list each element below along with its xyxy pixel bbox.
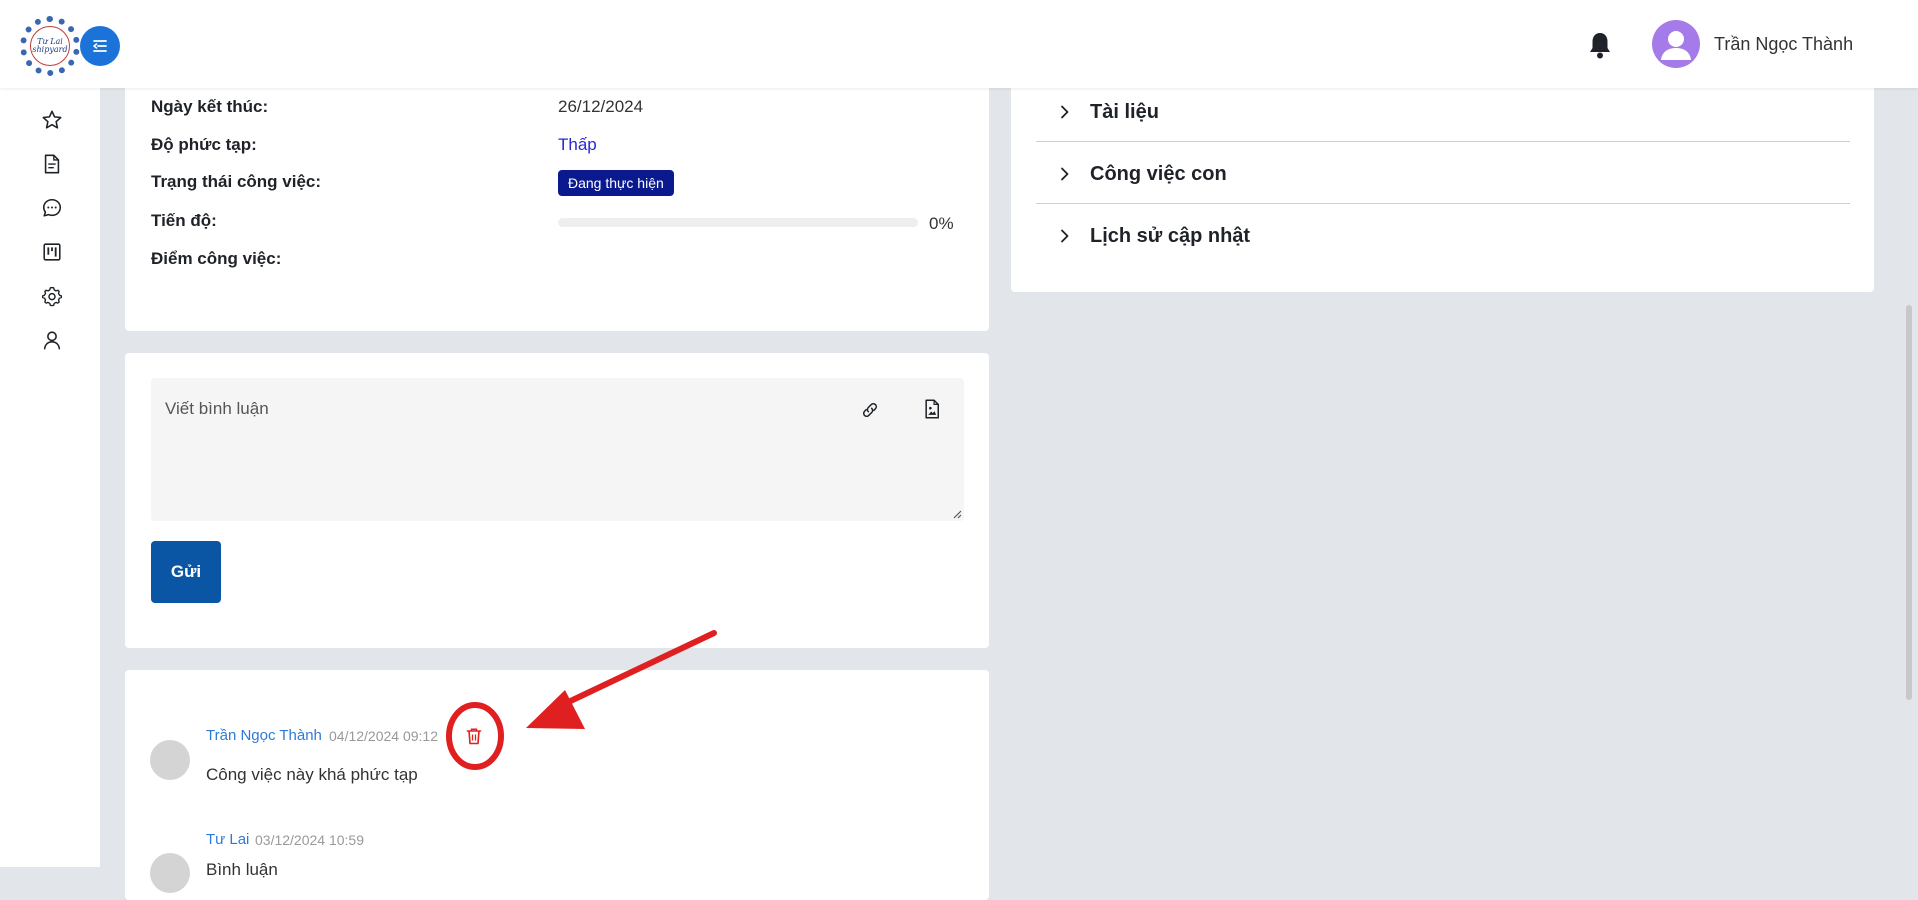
section-divider bbox=[1036, 203, 1850, 204]
status-label: Trạng thái công việc: bbox=[151, 172, 322, 191]
section-label: Tài liệu bbox=[1090, 100, 1159, 123]
sidebar bbox=[0, 88, 100, 867]
comment-text: Bình luận bbox=[206, 860, 278, 879]
menu-toggle-button[interactable] bbox=[80, 26, 120, 66]
complexity-label: Độ phức tạp: bbox=[151, 135, 257, 154]
company-logo[interactable]: Tư Lai shipyard bbox=[20, 16, 80, 76]
progress-bar bbox=[558, 218, 918, 227]
user-icon[interactable] bbox=[40, 328, 64, 352]
kanban-board-icon[interactable] bbox=[40, 240, 64, 264]
attach-link-icon[interactable] bbox=[858, 398, 882, 422]
avatar-person-icon bbox=[1661, 31, 1691, 60]
user-avatar[interactable] bbox=[1652, 20, 1700, 68]
end-date-label: Ngày kết thúc: bbox=[151, 97, 269, 116]
comment-author[interactable]: Trần Ngọc Thành bbox=[206, 727, 322, 744]
section-subtasks[interactable]: Công việc con bbox=[1036, 144, 1850, 204]
comment-timestamp: 04/12/2024 09:12 bbox=[329, 728, 438, 744]
chevron-right-icon bbox=[1061, 229, 1069, 243]
progress-label: Tiến độ: bbox=[151, 211, 217, 230]
section-label: Công việc con bbox=[1090, 162, 1227, 185]
section-divider bbox=[1036, 141, 1850, 142]
comment-placeholder: Viết bình luận bbox=[165, 399, 269, 418]
section-update-history[interactable]: Lịch sử cập nhật bbox=[1036, 206, 1850, 266]
attach-image-file-icon[interactable] bbox=[920, 397, 944, 421]
comment-textarea[interactable] bbox=[151, 378, 964, 521]
send-comment-button[interactable]: Gửi bbox=[151, 541, 221, 603]
task-score-label: Điểm công việc: bbox=[151, 249, 282, 268]
logo-text: Tư Lai shipyard bbox=[30, 26, 70, 66]
end-date-value: 26/12/2024 bbox=[558, 97, 644, 116]
notification-bell-icon[interactable] bbox=[1586, 30, 1614, 60]
status-badge: Đang thực hiện bbox=[558, 170, 674, 196]
gear-icon[interactable] bbox=[40, 284, 64, 308]
complexity-value: Thấp bbox=[558, 135, 597, 154]
document-icon[interactable] bbox=[40, 152, 64, 176]
chevron-right-icon bbox=[1061, 167, 1069, 181]
chevron-right-icon bbox=[1061, 105, 1069, 119]
menu-collapse-icon bbox=[93, 40, 107, 52]
section-label: Lịch sử cập nhật bbox=[1090, 224, 1251, 247]
comment-avatar bbox=[150, 853, 190, 893]
page-scrollbar[interactable] bbox=[1906, 305, 1912, 700]
comment-timestamp: 03/12/2024 10:59 bbox=[255, 832, 364, 848]
top-header: Tư Lai shipyard Trần Ngọc Thành bbox=[0, 0, 1918, 88]
section-documents[interactable]: Tài liệu bbox=[1036, 82, 1850, 142]
comment-avatar bbox=[150, 740, 190, 780]
textarea-resize-handle[interactable] bbox=[950, 507, 962, 519]
progress-percent: 0% bbox=[929, 214, 954, 233]
comment-text: Công việc này khá phức tạp bbox=[206, 765, 418, 784]
star-icon[interactable] bbox=[40, 108, 64, 132]
user-name[interactable]: Trần Ngọc Thành bbox=[1714, 34, 1853, 55]
chat-icon[interactable] bbox=[40, 196, 64, 220]
comment-author[interactable]: Tư Lai bbox=[206, 831, 249, 848]
delete-comment-trash-icon[interactable] bbox=[464, 726, 484, 746]
